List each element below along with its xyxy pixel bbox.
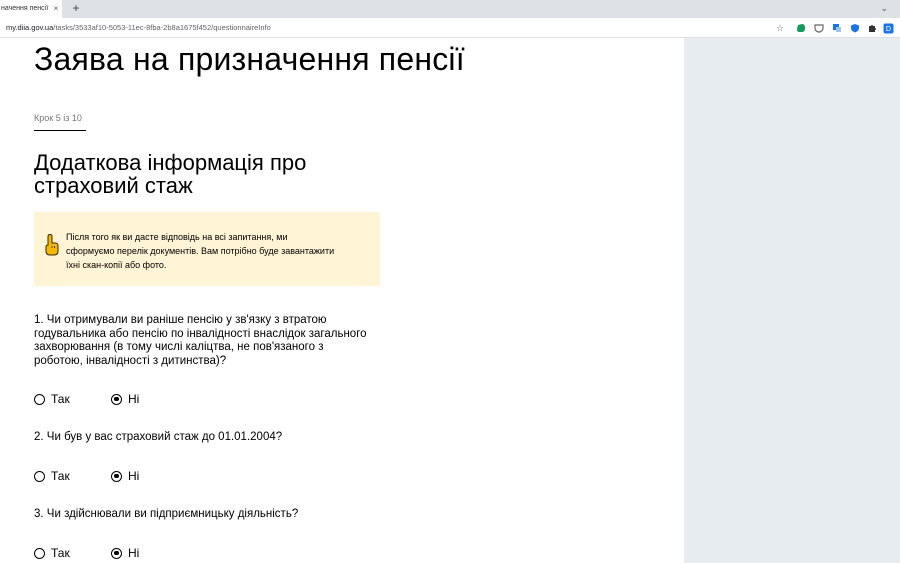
evernote-extension-icon[interactable] bbox=[795, 22, 807, 34]
profile-avatar-icon[interactable]: D bbox=[882, 22, 894, 34]
question-1-text: 1. Чи отримували ви раніше пенсію у зв'я… bbox=[34, 314, 367, 367]
new-tab-icon[interactable]: + bbox=[69, 0, 83, 18]
address-bar[interactable]: my.diia.gov.ua/tasks/3533af10-5053-11ec-… bbox=[0, 18, 271, 38]
question-1-option-yes[interactable]: Так bbox=[34, 392, 70, 406]
question-1-option-no[interactable]: Ні bbox=[111, 392, 139, 406]
translate-extension-icon[interactable] bbox=[831, 22, 843, 34]
tab-search-icon[interactable]: ⌄ bbox=[880, 0, 888, 18]
svg-text:D: D bbox=[885, 25, 890, 33]
section-title: Додаткова інформація про страховий стаж bbox=[34, 150, 307, 198]
side-panel bbox=[684, 38, 900, 563]
page-title: Заява на призначення пенсії bbox=[34, 41, 465, 77]
notice-text: Після того як ви дасте відповідь на всі … bbox=[66, 232, 335, 270]
question-3-option-yes[interactable]: Так bbox=[34, 546, 70, 560]
option-label: Так bbox=[51, 469, 70, 483]
question-3-option-no[interactable]: Ні bbox=[111, 546, 139, 560]
option-label: Так bbox=[51, 546, 70, 560]
option-label: Ні bbox=[128, 469, 140, 483]
puzzle-extensions-icon[interactable] bbox=[866, 22, 878, 34]
option-label: Ні bbox=[128, 546, 140, 560]
info-notice: Після того як ви дасте відповідь на всі … bbox=[34, 212, 380, 286]
pointing-hand-icon bbox=[43, 233, 61, 257]
question-2-text: 2. Чи був у вас страховий стаж до 01.01.… bbox=[34, 431, 283, 443]
radio-checked-icon[interactable] bbox=[111, 547, 122, 559]
browser-toolbar: my.diia.gov.ua/tasks/3533af10-5053-11ec-… bbox=[0, 18, 900, 38]
pocket-extension-icon[interactable] bbox=[813, 22, 825, 34]
browser-tab-bar: начення пенсії | Д × + ⌄ bbox=[0, 0, 900, 18]
step-progress-line bbox=[34, 130, 86, 131]
radio-unchecked-icon[interactable] bbox=[34, 470, 45, 482]
question-2-option-no[interactable]: Ні bbox=[111, 469, 139, 483]
step-indicator: Крок 5 із 10 bbox=[34, 113, 82, 123]
bookmark-star-icon[interactable]: ☆ bbox=[774, 22, 786, 34]
url-path: /tasks/3533af10-5053-11ec-8fba-2b8a1675f… bbox=[53, 23, 271, 32]
option-label: Ні bbox=[128, 392, 140, 406]
radio-unchecked-icon[interactable] bbox=[34, 393, 45, 405]
close-tab-icon[interactable]: × bbox=[50, 0, 62, 18]
radio-unchecked-icon[interactable] bbox=[34, 547, 45, 559]
shield-extension-icon[interactable] bbox=[849, 22, 861, 34]
question-3-text: 3. Чи здійснювали ви підприємницьку діял… bbox=[34, 508, 299, 520]
option-label: Так bbox=[51, 392, 70, 406]
url-host: my.diia.gov.ua bbox=[6, 23, 54, 32]
radio-checked-icon[interactable] bbox=[111, 393, 122, 405]
question-2-option-yes[interactable]: Так bbox=[34, 469, 70, 483]
radio-checked-icon[interactable] bbox=[111, 470, 122, 482]
